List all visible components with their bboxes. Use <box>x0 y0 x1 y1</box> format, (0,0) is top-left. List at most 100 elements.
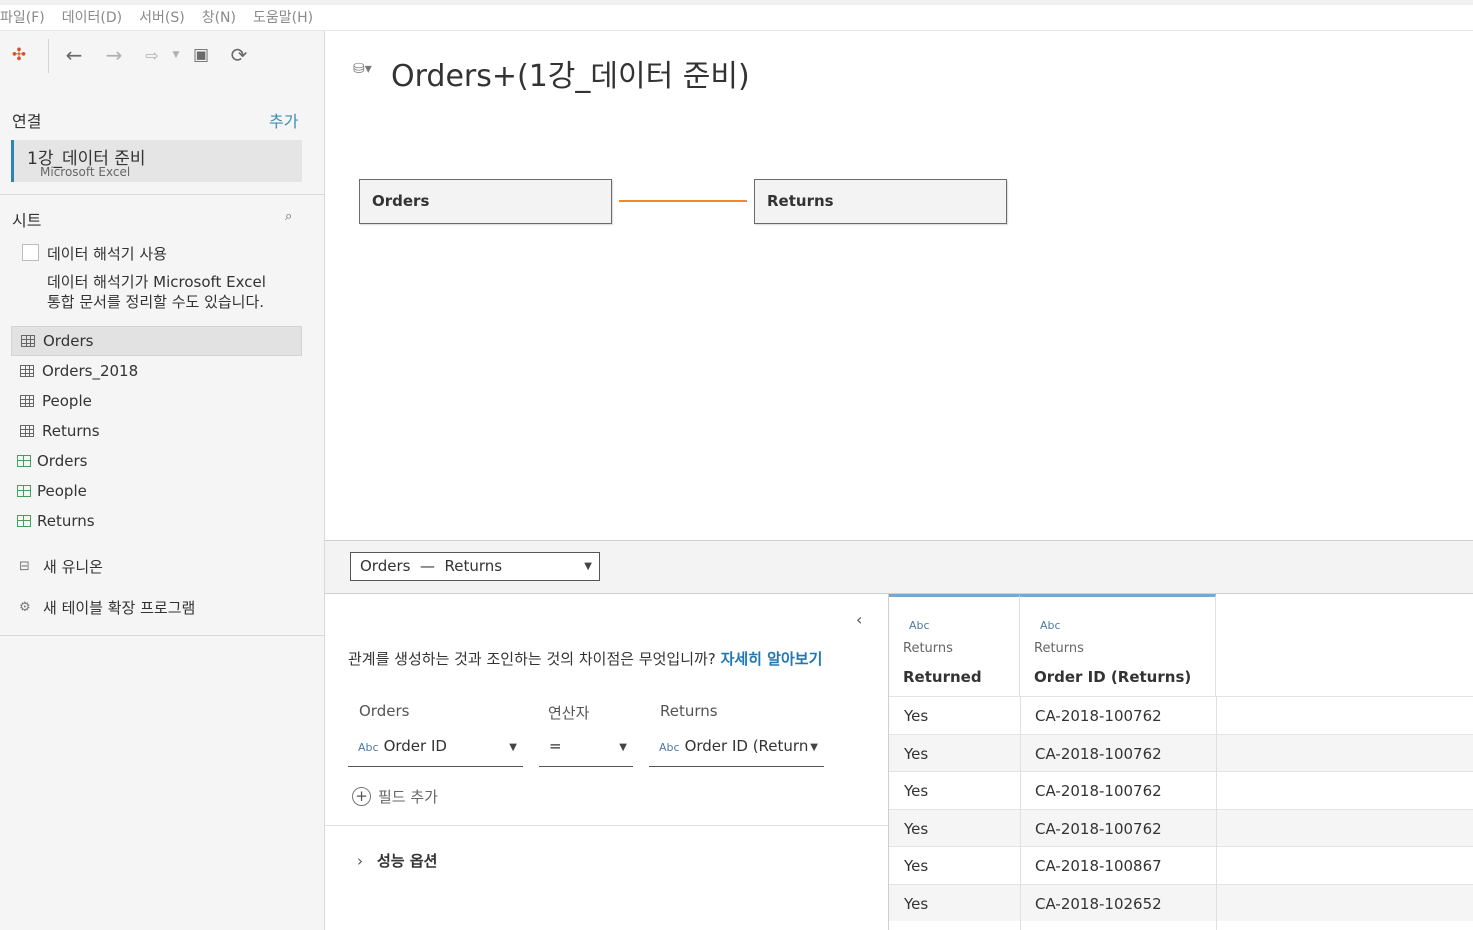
cell-order-id: CA-2018-100762 <box>1035 782 1162 800</box>
redirect-dropdown-icon[interactable]: ▼ <box>164 43 188 67</box>
new-union-label: 새 유니온 <box>43 558 103 576</box>
tableau-logo-icon[interactable]: ✣ <box>7 43 31 67</box>
string-type-icon: Abc <box>659 741 680 754</box>
string-type-icon: Abc <box>1040 619 1061 632</box>
cell-returned: Yes <box>904 857 929 875</box>
menu-server[interactable]: 서버(S) <box>139 6 185 30</box>
table-row[interactable]: Yes CA-2018-100762 <box>889 733 1473 771</box>
sheet-item-label: Returns <box>42 422 100 440</box>
cell-returned: Yes <box>904 894 929 913</box>
divider <box>0 635 324 636</box>
table-card-orders[interactable]: Orders <box>359 179 612 224</box>
right-field-dropdown[interactable]: Abc Order ID (Return ▼ <box>649 737 824 767</box>
sheet-item-returns[interactable]: Returns <box>11 416 302 446</box>
connection-item[interactable]: 1강_데이터 준비 Microsoft Excel <box>11 140 302 182</box>
save-icon[interactable]: ▣ <box>189 43 213 67</box>
connections-label: 연결 <box>12 112 42 131</box>
cell-returned: Yes <box>904 782 929 800</box>
add-connection-link[interactable]: 추가 <box>269 108 298 132</box>
interpreter-description: 데이터 해석기가 Microsoft Excel 통합 문서를 정리할 수도 있… <box>47 272 266 312</box>
sheet-item-label: People <box>37 482 87 500</box>
relationship-dropdown-value: Orders — Returns <box>360 557 503 575</box>
relationship-canvas: ⛁▾ Orders+(1강_데이터 준비) Orders Returns <box>325 31 1473 540</box>
collapse-chevron-icon[interactable]: ‹ <box>856 610 862 629</box>
relationship-editor: ‹ 관계를 생성하는 것과 조인하는 것의 차이점은 무엇입니까? 자세히 알아… <box>325 594 888 930</box>
interpreter-desc-line1: 데이터 해석기가 Microsoft Excel <box>47 273 266 291</box>
cell-order-id: CA-2018-100762 <box>1035 819 1162 838</box>
sheet-item-label: People <box>42 392 92 410</box>
named-range-icon <box>17 455 31 467</box>
menu-file[interactable]: 파일(F) <box>0 6 45 30</box>
table-row[interactable]: Yes CA-2018-100762 <box>889 808 1473 846</box>
cell-order-id: CA-2018-100762 <box>1035 707 1162 725</box>
forward-arrow-icon[interactable]: → <box>102 43 126 67</box>
named-range-icon <box>17 485 31 497</box>
datasource-cylinder-icon[interactable]: ⛁▾ <box>353 61 372 77</box>
new-union-item[interactable]: ⊟ 새 유니온 <box>19 556 103 577</box>
datasource-title[interactable]: Orders+(1강_데이터 준비) <box>391 51 750 95</box>
table-row[interactable]: Yes CA-2018-100867 <box>889 846 1473 884</box>
cell-returned: Yes <box>904 819 929 838</box>
column-header-returned[interactable]: Abc Returns Returned <box>889 594 1020 696</box>
sheet-item-label: Returns <box>37 512 95 530</box>
performance-options-label: 성능 옵션 <box>377 852 438 870</box>
named-range-orders[interactable]: Orders <box>11 446 302 476</box>
sheet-item-label: Orders <box>37 452 88 470</box>
new-extension-item[interactable]: ⚙ 새 테이블 확장 프로그램 <box>19 597 195 618</box>
left-table-header: Orders <box>359 702 410 720</box>
back-arrow-icon[interactable]: ← <box>62 43 86 67</box>
menu-data[interactable]: 데이터(D) <box>62 6 122 30</box>
interpreter-label: 데이터 해석기 사용 <box>47 245 167 263</box>
sheet-grid-icon <box>20 395 34 407</box>
operator-dropdown[interactable]: = ▼ <box>539 737 633 767</box>
learn-more-link[interactable]: 자세히 알아보기 <box>721 650 823 668</box>
chevron-down-icon: ▼ <box>810 742 818 753</box>
operator-value: = <box>549 737 562 755</box>
left-field-value: Order ID <box>383 737 447 755</box>
cell-order-id: CA-2018-102652 <box>1035 894 1162 913</box>
right-table-header: Returns <box>660 702 718 720</box>
interpreter-checkbox[interactable] <box>22 244 39 261</box>
performance-options-toggle[interactable]: › 성능 옵션 <box>357 850 437 871</box>
menu-window[interactable]: 창(N) <box>202 6 236 30</box>
table-card-returns[interactable]: Returns <box>754 179 1007 224</box>
sheet-item-people[interactable]: People <box>11 386 302 416</box>
column-source: Returns <box>1034 641 1084 656</box>
named-range-people[interactable]: People <box>11 476 302 506</box>
divider <box>0 194 324 195</box>
sheet-item-orders-2018[interactable]: Orders_2018 <box>11 356 302 386</box>
help-question: 관계를 생성하는 것과 조인하는 것의 차이점은 무엇입니까? <box>348 650 716 668</box>
column-header-order-id[interactable]: Abc Returns Order ID (Returns) <box>1020 594 1216 696</box>
column-source: Returns <box>903 641 953 656</box>
sheet-grid-icon <box>21 335 35 347</box>
named-range-returns[interactable]: Returns <box>11 506 302 536</box>
refresh-icon[interactable]: ⟳ <box>227 43 251 67</box>
divider <box>325 825 888 826</box>
grid-rows: Yes CA-2018-100762 Yes CA-2018-100762 Ye… <box>889 696 1473 921</box>
data-grid: Abc Returns Returned Abc Returns Order I… <box>888 594 1473 930</box>
relationship-noodle[interactable] <box>619 200 747 202</box>
table-row[interactable]: Yes CA-2018-100762 <box>889 771 1473 809</box>
table-row[interactable]: Yes CA-2018-100762 <box>889 696 1473 734</box>
toolbar: ✣ ← → ⇨ ▼ ▣ ⟳ <box>0 31 324 79</box>
redirect-icon[interactable]: ⇨ <box>140 43 164 67</box>
named-range-icon <box>17 515 31 527</box>
add-field-button[interactable]: + 필드 추가 <box>352 786 438 807</box>
sheet-item-orders[interactable]: Orders <box>11 326 302 356</box>
column-name: Order ID (Returns) <box>1034 668 1192 686</box>
toolbar-separator <box>48 39 49 73</box>
string-type-icon: Abc <box>358 741 379 754</box>
extension-icon: ⚙ <box>19 600 31 615</box>
search-icon[interactable]: ⌕ <box>285 209 292 224</box>
right-field-value: Order ID (Return <box>684 737 809 755</box>
new-extension-label: 새 테이블 확장 프로그램 <box>43 599 196 617</box>
column-name: Returned <box>903 668 982 686</box>
chevron-down-icon: ▼ <box>619 742 627 753</box>
menu-help[interactable]: 도움말(H) <box>253 6 313 30</box>
interpreter-desc-line2: 통합 문서를 정리할 수도 있습니다. <box>47 293 265 311</box>
connection-type: Microsoft Excel <box>40 165 131 179</box>
cell-returned: Yes <box>904 744 929 763</box>
left-field-dropdown[interactable]: Abc Order ID ▼ <box>348 737 523 767</box>
relationship-dropdown[interactable]: Orders — Returns ▼ <box>350 552 600 581</box>
table-row[interactable]: Yes CA-2018-102652 <box>889 883 1473 921</box>
